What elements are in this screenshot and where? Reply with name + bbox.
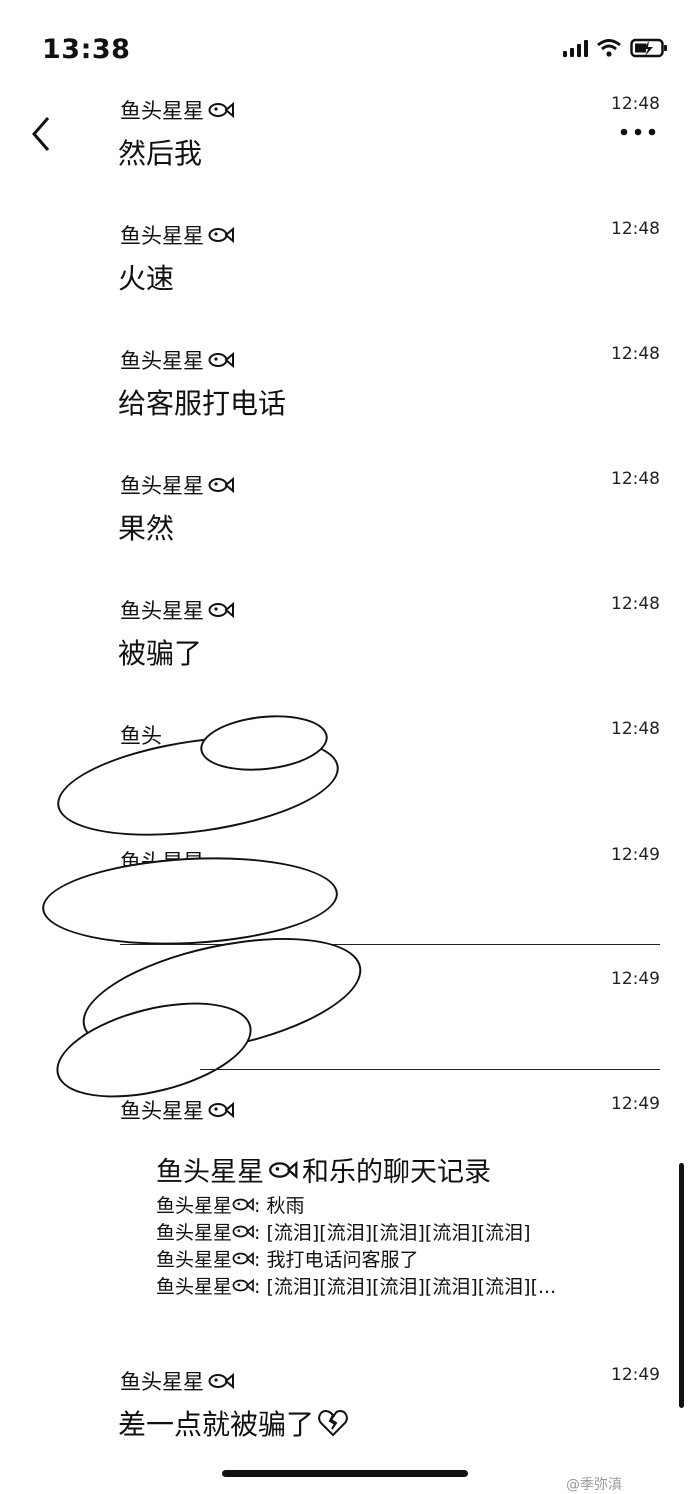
message-time: 12:49 <box>611 1365 660 1385</box>
fish-icon <box>208 1101 234 1119</box>
message-sender: 鱼头星星 <box>120 95 234 125</box>
message-text-row[interactable]: 差一点就被骗了 <box>118 1403 348 1443</box>
message-time: 12:49 <box>611 1094 660 1114</box>
message-sender: 鱼头星星 <box>120 1095 234 1125</box>
message-time: 12:49 <box>611 845 660 865</box>
message-time: 12:48 <box>611 594 660 614</box>
chat-record-line: 鱼头星星: [流泪][流泪][流泪][流泪][流泪][... <box>156 1276 557 1298</box>
divider <box>200 1069 660 1070</box>
fish-icon <box>232 1197 254 1212</box>
message-sender: 鱼头星星 <box>120 220 234 250</box>
message-time: 12:48 <box>611 469 660 489</box>
message-sender: 鱼头星星 <box>120 345 234 375</box>
message-text[interactable]: 果然 <box>118 507 174 547</box>
fish-icon <box>208 101 234 119</box>
message-text: 差一点就被骗了 <box>118 1408 315 1441</box>
chat-record-line: 鱼头星星: 秋雨 <box>156 1195 305 1217</box>
fish-icon <box>232 1224 254 1239</box>
home-indicator[interactable] <box>222 1470 468 1477</box>
message-text[interactable]: 被骗了 <box>118 632 202 672</box>
divider <box>120 944 660 945</box>
redaction-scribble <box>39 850 341 952</box>
fish-icon <box>208 601 234 619</box>
fish-icon <box>208 476 234 494</box>
message-time: 12:48 <box>611 344 660 364</box>
message-time: 12:48 <box>611 94 660 114</box>
watermark: @季弥滇 <box>566 1477 622 1493</box>
message-sender: 鱼头星星 <box>120 470 234 500</box>
wifi-icon <box>597 39 621 57</box>
message-sender: 鱼头 <box>120 724 162 748</box>
message-time: 12:48 <box>611 719 660 739</box>
broken-heart-icon <box>318 1409 348 1437</box>
back-button[interactable] <box>26 112 60 156</box>
chat-record-card-title[interactable]: 鱼头星星 和乐的聊天记录 <box>156 1150 491 1189</box>
fish-icon <box>208 1372 234 1390</box>
message-text[interactable]: 火速 <box>118 257 174 297</box>
message-sender: 鱼头星星 <box>120 1366 234 1396</box>
status-time: 13:38 <box>42 34 131 65</box>
scrollbar[interactable] <box>679 1163 684 1408</box>
status-icons <box>563 38 668 58</box>
message-time: 12:49 <box>611 969 660 989</box>
message-sender: 鱼头星星 <box>120 595 234 625</box>
battery-charging-icon <box>630 38 667 58</box>
message-text[interactable]: 给客服打电话 <box>118 382 286 422</box>
fish-icon <box>208 351 234 369</box>
fish-icon <box>208 226 234 244</box>
fish-icon <box>232 1278 254 1293</box>
chat-record-line: 鱼头星星: 我打电话问客服了 <box>156 1249 419 1271</box>
fish-icon <box>269 1160 298 1179</box>
signal-icon <box>563 39 588 57</box>
message-time: 12:48 <box>611 219 660 239</box>
message-text[interactable]: 然后我 <box>118 132 202 172</box>
chat-record-line: 鱼头星星: [流泪][流泪][流泪][流泪][流泪] <box>156 1222 531 1244</box>
more-button[interactable] <box>616 122 660 142</box>
fish-icon <box>232 1251 254 1266</box>
